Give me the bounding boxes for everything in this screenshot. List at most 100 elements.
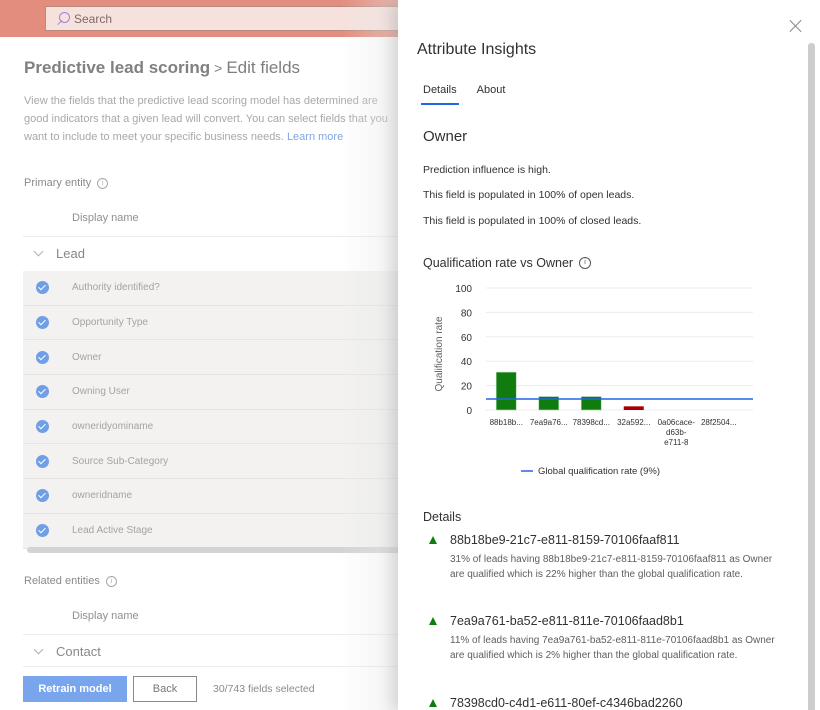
x-tick-label: 32a592... bbox=[617, 418, 650, 427]
related-entities-text: Related entities bbox=[24, 575, 100, 587]
retrain-model-button[interactable]: Retrain model bbox=[23, 676, 127, 702]
detail-item: 78398cd0-c4d1-e611-80ef-c4346bad2260 bbox=[429, 696, 789, 710]
primary-entity-label: Primary entity i bbox=[24, 177, 109, 189]
search-input[interactable]: Search bbox=[45, 6, 400, 31]
edit-fields-page: Search Predictive lead scoring > Edit fiel… bbox=[0, 0, 400, 710]
checkmark-circle-icon[interactable] bbox=[36, 524, 49, 538]
bar bbox=[495, 371, 517, 411]
close-icon[interactable] bbox=[789, 19, 803, 33]
y-tick-label: 80 bbox=[461, 308, 473, 319]
checkmark-circle-icon[interactable] bbox=[36, 454, 49, 468]
tab-about[interactable]: About bbox=[477, 84, 506, 105]
table-row[interactable]: Authority identified? bbox=[23, 271, 400, 306]
breadcrumb-current: Edit fields bbox=[226, 58, 301, 77]
x-tick-label: e711-8 bbox=[664, 438, 689, 447]
related-column-header-display-name[interactable]: Display name bbox=[72, 610, 139, 622]
x-tick-label: 7ea9a76... bbox=[530, 418, 568, 427]
checkmark-circle-icon[interactable] bbox=[36, 420, 49, 434]
table-row[interactable]: owneridname bbox=[23, 479, 400, 514]
detail-item: 88b18be9-21c7-e811-8159-70106faaf811 31%… bbox=[429, 533, 789, 582]
y-tick-label: 40 bbox=[461, 357, 473, 368]
info-icon[interactable]: i bbox=[579, 257, 592, 269]
chevron-down-icon bbox=[33, 246, 44, 256]
detail-description: 11% of leads having 7ea9a761-ba52-e811-8… bbox=[450, 635, 775, 661]
detail-description: 31% of leads having 88b18be9-21c7-e811-8… bbox=[450, 554, 773, 580]
page-title: Predictive lead scoring > Edit fields bbox=[24, 58, 300, 78]
table-row[interactable]: Opportunity Type bbox=[23, 306, 400, 341]
checkmark-circle-icon[interactable] bbox=[36, 350, 49, 364]
checkmark-circle-icon[interactable] bbox=[36, 385, 49, 399]
field-name: Opportunity Type bbox=[72, 317, 148, 329]
field-list: Authority identified? Opportunity Type O… bbox=[23, 271, 400, 549]
detail-owner-id: 78398cd0-c4d1-e611-80ef-c4346bad2260 bbox=[450, 696, 683, 710]
detail-owner-id: 7ea9a761-ba52-e811-811e-70106faad8b1 bbox=[450, 614, 684, 628]
horizontal-scrollbar[interactable] bbox=[27, 547, 400, 553]
y-tick-label: 0 bbox=[466, 406, 472, 417]
search-placeholder: Search bbox=[74, 11, 113, 26]
y-tick-label: 20 bbox=[461, 382, 473, 393]
info-icon[interactable]: i bbox=[97, 177, 109, 189]
chart-title: Qualification rate vs Owner i bbox=[423, 256, 592, 270]
x-tick-label: 78398cd... bbox=[573, 418, 610, 427]
y-tick-label: 60 bbox=[461, 333, 473, 344]
footer-actions: Retrain model Back 30/743 fields selecte… bbox=[23, 676, 315, 702]
x-tick-label: 28f2504... bbox=[701, 418, 737, 427]
bar bbox=[623, 406, 644, 410]
breadcrumb-separator: > bbox=[214, 60, 223, 76]
tab-details[interactable]: Details bbox=[421, 84, 459, 105]
field-name: Authority identified? bbox=[72, 282, 160, 294]
legend-label: Global qualification rate (9%) bbox=[538, 466, 660, 477]
table-row[interactable]: Source Sub-Category bbox=[23, 444, 400, 480]
related-entities-label: Related entities i bbox=[24, 575, 117, 587]
table-row[interactable]: Owning User bbox=[23, 375, 400, 410]
divider bbox=[23, 634, 400, 635]
field-name: owneridyominame bbox=[72, 421, 154, 433]
attribute-name: Owner bbox=[423, 128, 468, 145]
trend-up-icon bbox=[429, 617, 437, 625]
group-header-contact[interactable]: Contact bbox=[33, 644, 101, 659]
x-tick-label: 88b18b... bbox=[490, 418, 523, 427]
prediction-influence-text: Prediction influence is high. bbox=[423, 164, 551, 176]
field-name: Source Sub-Category bbox=[72, 455, 169, 467]
open-leads-population-text: This field is populated in 100% of open … bbox=[423, 189, 635, 201]
divider bbox=[23, 666, 400, 667]
checkmark-circle-icon[interactable] bbox=[36, 489, 49, 503]
screen: Search Predictive lead scoring > Edit fiel… bbox=[0, 0, 820, 710]
chart-title-text: Qualification rate vs Owner bbox=[423, 256, 574, 270]
column-header-display-name[interactable]: Display name bbox=[72, 212, 139, 224]
group-header-lead[interactable]: Lead bbox=[33, 246, 85, 261]
page-description: View the fields that the predictive lead… bbox=[24, 92, 396, 146]
x-tick-label: d63b- bbox=[666, 428, 687, 437]
panel-title: Attribute Insights bbox=[417, 41, 537, 58]
group-label: Lead bbox=[56, 246, 85, 261]
field-name: Lead Active Stage bbox=[72, 525, 153, 537]
attribute-insights-panel: Attribute Insights Details About Owner P… bbox=[398, 0, 820, 710]
details-section-title: Details bbox=[423, 510, 462, 524]
learn-more-link[interactable]: Learn more bbox=[287, 131, 343, 143]
breadcrumb-root[interactable]: Predictive lead scoring bbox=[24, 58, 210, 77]
top-bar: Search bbox=[0, 0, 400, 37]
field-name: owneridname bbox=[72, 490, 133, 502]
search-icon bbox=[56, 11, 70, 26]
table-row[interactable]: Lead Active Stage bbox=[23, 514, 400, 549]
checkmark-circle-icon[interactable] bbox=[36, 281, 49, 295]
detail-item: 7ea9a761-ba52-e811-811e-70106faad8b1 11%… bbox=[429, 614, 789, 663]
trend-up-icon bbox=[429, 699, 437, 707]
field-name: Owning User bbox=[72, 386, 130, 398]
trend-up-icon bbox=[429, 536, 437, 544]
divider bbox=[23, 236, 400, 237]
primary-entity-text: Primary entity bbox=[24, 177, 92, 189]
qualification-rate-chart: 0 20 40 60 80 100 Qualification rate 88b18b... 7… bbox=[423, 280, 763, 480]
y-axis-label: Qualification rate bbox=[434, 316, 445, 391]
checkmark-circle-icon[interactable] bbox=[36, 316, 49, 330]
vertical-scrollbar[interactable] bbox=[808, 43, 815, 710]
field-name: Owner bbox=[72, 351, 102, 363]
table-row[interactable]: owneridyominame bbox=[23, 410, 400, 445]
table-row[interactable]: Owner bbox=[23, 340, 400, 376]
y-tick-label: 100 bbox=[455, 284, 472, 295]
closed-leads-population-text: This field is populated in 100% of close… bbox=[423, 215, 642, 227]
group-label: Contact bbox=[56, 644, 101, 659]
chart-svg: 0 20 40 60 80 100 Qualification rate 88b18b... 7… bbox=[434, 284, 753, 477]
info-icon[interactable]: i bbox=[105, 575, 117, 587]
back-button[interactable]: Back bbox=[133, 676, 197, 702]
